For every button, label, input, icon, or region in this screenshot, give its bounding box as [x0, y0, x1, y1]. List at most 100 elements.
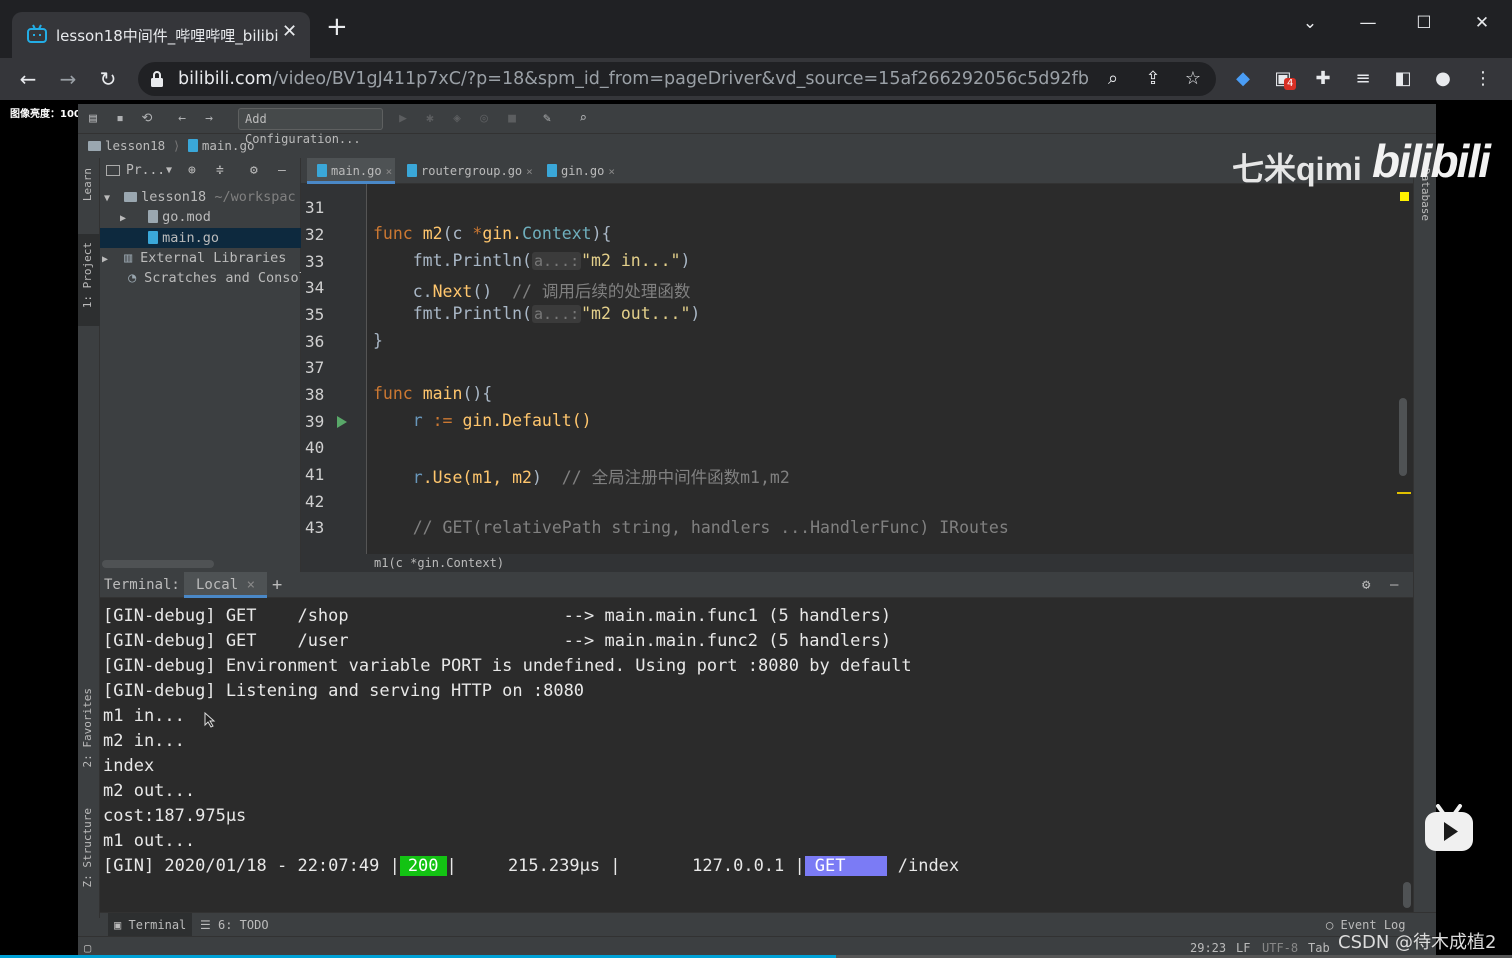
- tree-item-go-mod[interactable]: ▶ go.mod: [100, 207, 301, 227]
- variable: r: [412, 468, 423, 487]
- reading-list-icon[interactable]: ≡: [1348, 64, 1378, 94]
- wrench-icon[interactable]: ✎: [538, 110, 556, 128]
- forward-arrow-icon[interactable]: →: [53, 64, 83, 94]
- profile-avatar-icon[interactable]: ●: [1428, 64, 1458, 94]
- tab-gin-go[interactable]: gin.go ×: [537, 158, 623, 184]
- comment: // 调用后续的处理函数: [512, 282, 691, 301]
- coverage-icon[interactable]: ◈: [448, 110, 466, 128]
- favorites-tool-button[interactable]: 2: Favorites: [81, 688, 94, 767]
- go-file-icon: [407, 164, 417, 177]
- bilibili-play-icon[interactable]: [1424, 804, 1474, 852]
- line-number: 41: [305, 465, 325, 484]
- new-tab-button[interactable]: +: [326, 14, 348, 40]
- code-text: c.: [412, 282, 433, 301]
- arguments: m1, m2: [472, 468, 532, 487]
- vertical-scrollbar[interactable]: [1403, 882, 1411, 908]
- reload-icon[interactable]: ↻: [93, 64, 123, 94]
- string-literal: "m2 out...": [581, 304, 691, 323]
- project-view-icon: [106, 165, 120, 176]
- todo-tool-button[interactable]: ☰ 6: TODO: [200, 913, 269, 937]
- terminal-line: index: [103, 756, 155, 776]
- close-window-icon[interactable]: ✕: [1462, 8, 1502, 38]
- search-icon[interactable]: ⌕: [574, 110, 592, 128]
- close-icon[interactable]: ×: [608, 165, 615, 178]
- zoom-icon[interactable]: ⌕: [1100, 66, 1126, 92]
- hide-panel-icon[interactable]: —: [1390, 572, 1398, 598]
- terminal-line: [GIN-debug] GET /user --> main.main.func…: [103, 631, 892, 651]
- browser-tab[interactable]: lesson18中间件_哔哩哔哩_bilibili ✕: [12, 12, 310, 58]
- stop-icon[interactable]: ■: [503, 110, 521, 128]
- url-text[interactable]: bilibili.com/video/BV1gJ411p7xC/?p=18&sp…: [178, 69, 1088, 89]
- new-terminal-button[interactable]: +: [272, 572, 282, 598]
- close-icon[interactable]: ✕: [282, 21, 297, 42]
- horizontal-scrollbar[interactable]: [102, 560, 214, 568]
- tab-routergroup-go[interactable]: routergroup.go ×: [397, 158, 533, 184]
- project-view-selector[interactable]: Pr...: [126, 158, 165, 184]
- share-icon[interactable]: ⇪: [1140, 66, 1166, 92]
- close-icon[interactable]: ×: [526, 165, 533, 178]
- breadcrumb-project[interactable]: lesson18: [105, 138, 165, 153]
- project-panel-header: Pr... ▼ ⊕ ≑ ⚙ —: [100, 158, 301, 184]
- csdn-watermark: CSDN @待木成植2: [1338, 932, 1497, 953]
- tab-main-go[interactable]: main.go ×: [307, 158, 395, 184]
- terminal-line: [GIN-debug] Environment variable PORT is…: [103, 656, 912, 676]
- menu-kebab-icon[interactable]: ⋮: [1468, 64, 1498, 94]
- collapse-icon[interactable]: ≑: [216, 158, 224, 184]
- code-line-33: fmt.Println(a...: "m2 in..."): [373, 251, 690, 270]
- tab-label: Terminal: [128, 918, 187, 932]
- method-badge: GET: [804, 856, 888, 876]
- structure-tool-button[interactable]: Z: Structure: [81, 808, 94, 887]
- run-gutter-icon[interactable]: [337, 416, 347, 428]
- keyword: func: [373, 384, 413, 403]
- status-badge: 200: [399, 856, 447, 876]
- forward-icon[interactable]: →: [200, 110, 218, 128]
- run-icon[interactable]: ▶: [394, 110, 412, 128]
- close-icon[interactable]: ×: [247, 577, 255, 593]
- learn-tool-button[interactable]: Learn: [81, 168, 94, 201]
- extensions-puzzle-icon[interactable]: ✚: [1308, 64, 1338, 94]
- address-bar[interactable]: bilibili.com/video/BV1gJ411p7xC/?p=18&sp…: [138, 62, 1216, 96]
- terminal-tool-button[interactable]: ▣ Terminal: [108, 913, 193, 937]
- save-icon[interactable]: ▪: [111, 110, 129, 128]
- tab-local[interactable]: Local ×: [184, 572, 268, 598]
- bookmark-star-icon[interactable]: ☆: [1180, 66, 1206, 92]
- tab-search-chevron-icon[interactable]: ⌄: [1290, 8, 1330, 38]
- profile-icon[interactable]: ◎: [475, 110, 493, 128]
- tree-item-lesson18[interactable]: ▼ lesson18 ~/workspac: [100, 187, 301, 207]
- chevron-down-icon[interactable]: ▼: [100, 189, 116, 207]
- folder-open-icon[interactable]: ▤: [84, 110, 102, 128]
- line-number: 31: [305, 198, 325, 217]
- tree-item-scratches[interactable]: ◔ Scratches and Consol: [100, 268, 301, 288]
- debug-icon[interactable]: ✱: [421, 110, 439, 128]
- maximize-icon[interactable]: ☐: [1404, 8, 1444, 38]
- project-tool-button[interactable]: 1: Project: [81, 242, 94, 308]
- chevron-down-icon[interactable]: ▼: [166, 158, 172, 184]
- terminal-panel[interactable]: Terminal: Local × + ⚙ — [GIN-debug] GET …: [100, 572, 1413, 912]
- gear-icon[interactable]: ⚙: [250, 158, 258, 184]
- error-stripe-marker[interactable]: [1397, 492, 1411, 494]
- gear-icon[interactable]: ⚙: [1362, 572, 1370, 598]
- warning-marker[interactable]: [1400, 192, 1409, 201]
- extension-screen-icon[interactable]: ▣ 4: [1268, 64, 1298, 94]
- minimize-icon[interactable]: —: [1348, 8, 1388, 38]
- close-icon[interactable]: ×: [386, 165, 393, 178]
- tree-label: go.mod: [162, 209, 211, 225]
- vertical-scrollbar[interactable]: [1399, 398, 1407, 476]
- tree-item-main-go[interactable]: main.go: [100, 228, 301, 248]
- event-log-icon: ◯: [1326, 918, 1334, 932]
- back-arrow-icon[interactable]: ←: [13, 64, 43, 94]
- side-panel-icon[interactable]: ◧: [1388, 64, 1418, 94]
- hide-panel-icon[interactable]: —: [278, 158, 286, 184]
- ide-toolbar: ▤ ▪ ⟲ ← → Add Configuration... ▶ ✱ ◈ ◎ ■…: [78, 104, 1436, 146]
- extension-diamond-icon[interactable]: ◆: [1228, 64, 1258, 94]
- tree-item-external-libraries[interactable]: ▶ ▥ External Libraries: [100, 248, 301, 268]
- back-icon[interactable]: ←: [173, 110, 191, 128]
- code-text: ){: [591, 224, 612, 243]
- breadcrumb-file[interactable]: main.go: [202, 138, 255, 153]
- chevron-right-icon[interactable]: ▶: [100, 250, 116, 268]
- chevron-right-icon[interactable]: ▶: [100, 209, 140, 227]
- locate-icon[interactable]: ⊕: [188, 158, 196, 184]
- sync-icon[interactable]: ⟲: [138, 110, 156, 128]
- code-editor[interactable]: main.go × routergroup.go × gin.go × 31 32 3…: [301, 158, 1413, 618]
- add-configuration-button[interactable]: Add Configuration...: [238, 108, 383, 146]
